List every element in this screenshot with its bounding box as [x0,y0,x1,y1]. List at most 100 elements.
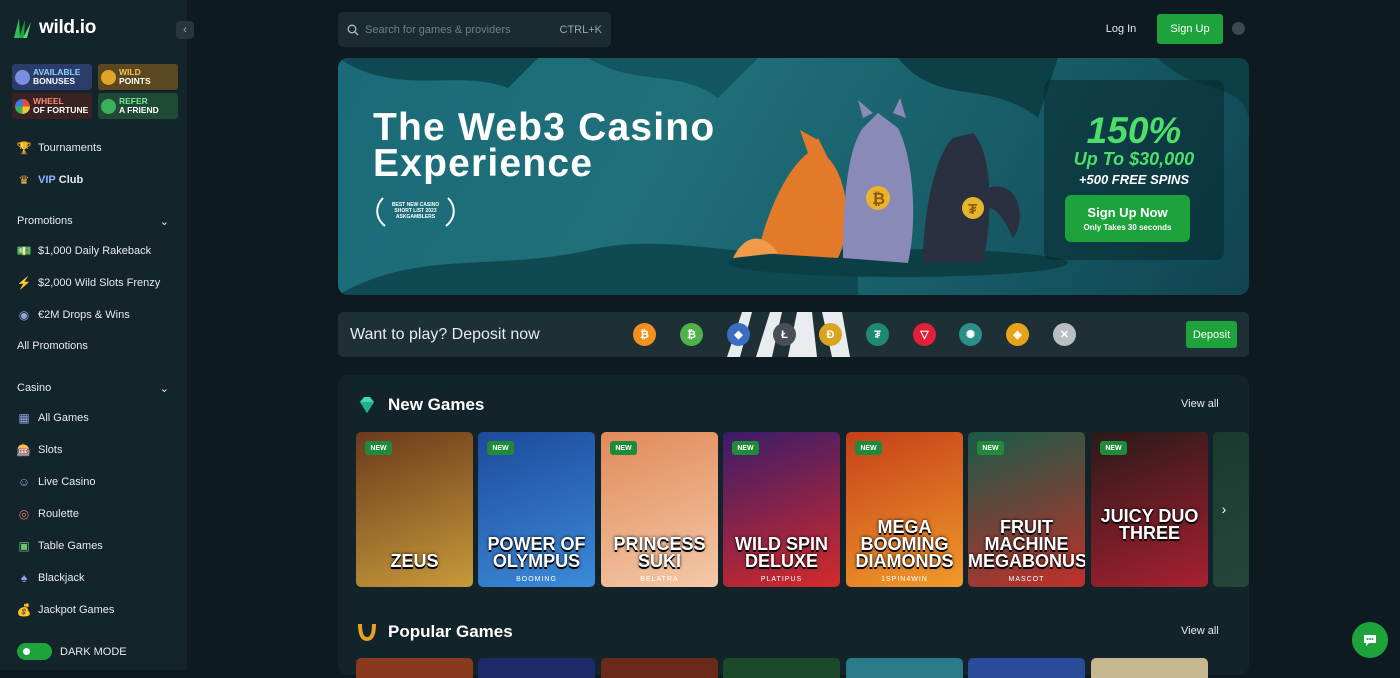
litecoin-icon[interactable]: Ł [773,323,796,346]
search-bar[interactable]: CTRL+K [338,12,611,47]
game-provider: BOOMING [516,576,557,583]
sidebar-item-table-games[interactable]: ▣ Table Games [17,539,102,553]
game-card[interactable]: NEW WILD SPIN DELUXE PLATIPUS [723,432,840,587]
promotions-header: Promotions [17,215,73,227]
tron-icon[interactable]: ▽ [913,323,936,346]
deposit-button[interactable]: Deposit [1186,321,1237,348]
wheel-of-fortune-tile[interactable]: WHEEL OF FORTUNE [12,93,92,119]
game-provider: MASCOT [1008,576,1045,583]
chat-bubble-icon [1364,635,1376,646]
sidebar-item-label: All Promotions [17,340,88,352]
chevron-right-icon[interactable]: › [1214,499,1234,519]
sidebar-item-tournaments[interactable]: 🏆 Tournaments [17,141,102,155]
dogecoin-icon[interactable]: Ð [819,323,842,346]
popular-game-thumb[interactable] [601,658,718,678]
popular-game-thumb[interactable] [1091,658,1208,678]
popular-games-view-all[interactable]: View all [1181,625,1219,637]
chevron-down-icon: ⌄ [159,216,169,228]
sidebar-item-roulette[interactable]: ◎ Roulette [17,507,79,521]
hero-banner[interactable]: ₿ ₮ The Web3 Casino Experience BEST NEW … [338,58,1249,295]
sidebar-item-label: Live Casino [38,476,96,488]
sidebar-item-live-casino[interactable]: ☺ Live Casino [17,475,96,489]
tether-icon[interactable]: ₮ [866,323,889,346]
moneybag-icon: 💰 [16,603,32,617]
game-card[interactable]: NEW ZEUS [356,432,473,587]
game-provider: 1SPIN4WIN [881,576,928,583]
game-card[interactable]: NEW JUICY DUO THREE [1091,432,1208,587]
collapse-sidebar-button[interactable]: ‹ [176,21,194,39]
sidebar-item-slots[interactable]: 🎰 Slots [17,443,63,457]
sidebar-item-jackpot-games[interactable]: 💰 Jackpot Games [16,603,115,617]
game-title: FRUIT MACHINE MEGABONUS [968,517,1085,571]
new-badge: NEW [732,441,759,455]
sign-up-now-button[interactable]: Sign Up Now Only Takes 30 seconds [1065,195,1190,242]
fox-wolf-panther-mascots: ₿ ₮ [733,98,1020,263]
roulette-icon: ◎ [18,507,30,521]
cards-icon: ♠ [20,571,28,585]
game-card[interactable]: NEW POWER OF OLYMPUS BOOMING [478,432,595,587]
wheel-icon [15,98,30,114]
sidebar-item-slots-frenzy[interactable]: ⚡ $2,000 Wild Slots Frenzy [17,276,161,290]
deposit-bar: Want to play? Deposit now ₿ ₿ ◆ Ł Ð ₮ ▽ … [338,312,1249,357]
new-badge: NEW [1100,441,1127,455]
ripple-icon[interactable]: ✺ [959,323,982,346]
game-provider: BELATRA [640,576,679,583]
new-badge: NEW [855,441,882,455]
chevron-left-icon: ‹ [183,24,187,36]
game-card[interactable]: NEW FRUIT MACHINE MEGABONUS MASCOT [968,432,1085,587]
new-games-view-all[interactable]: View all [1181,398,1219,410]
sidebar-item-blackjack[interactable]: ♠ Blackjack [17,571,85,585]
game-title: POWER OF OLYMPUS [487,534,586,571]
wild-points-tile[interactable]: WILD POINTS [98,64,178,90]
welcome-offer: 150% Up To $30,000 +500 FREE SPINS Sign … [1044,80,1224,260]
game-card[interactable]: NEW PRINCESS SUKI BELATRA [601,432,718,587]
games-panel: New Games View all NEW ZEUS NEW POWER OF… [338,375,1249,678]
offer-amount: Up To $30,000 [1073,149,1195,169]
tile-line2: BONUSES [33,76,76,86]
signup-button[interactable]: Sign Up [1157,14,1223,44]
chat-icon[interactable] [1232,22,1245,35]
bnb-icon[interactable]: ◈ [1006,323,1029,346]
trophy-icon: 🏆 [16,141,32,155]
logo[interactable]: wild.io [11,16,96,40]
popular-game-thumb[interactable] [968,658,1085,678]
promotions-section-toggle[interactable]: Promotions ⌄ [17,215,169,228]
popular-games-title: Popular Games [388,622,513,641]
ethereum-icon[interactable]: ◆ [727,323,750,346]
sidebar-item-daily-rakeback[interactable]: 💵 $1,000 Daily Rakeback [16,244,152,258]
dark-mode-label: DARK MODE [60,645,127,658]
cta-label: Sign Up Now [1087,205,1168,220]
cta-sub: Only Takes 30 seconds [1083,223,1172,232]
casino-section-toggle[interactable]: Casino ⌄ [17,382,169,395]
dark-mode-toggle[interactable]: DARK MODE [17,643,127,660]
game-title: WILD SPIN DELUXE [735,534,828,571]
search-input[interactable] [365,23,554,36]
sidebar-item-label: Blackjack [38,572,85,584]
sidebar-item-label: Tournaments [38,142,102,154]
sidebar-item-label: $1,000 Daily Rakeback [38,245,152,257]
login-button[interactable]: Log In [1096,14,1146,44]
game-card[interactable]: NEW MEGA BOOMING DIAMONDS 1SPIN4WIN [846,432,963,587]
popular-game-thumb[interactable] [478,658,595,678]
tile-line2: POINTS [119,76,151,86]
sidebar-item-drops-wins[interactable]: ◉ €2M Drops & Wins [17,308,130,322]
refer-a-friend-tile[interactable]: REFER A FRIEND [98,93,178,119]
sidebar-item-label: €2M Drops & Wins [38,309,130,321]
popular-game-thumb[interactable] [846,658,963,678]
live-chat-button[interactable] [1352,622,1388,658]
available-bonuses-tile[interactable]: AVAILABLE BONUSES [12,64,92,90]
cash-icon: 💵 [16,244,32,258]
sidebar-item-all-promotions[interactable]: All Promotions [17,340,88,352]
horseshoe-icon [358,623,376,642]
bitcoin-cash-icon[interactable]: ₿ [680,323,703,346]
bonus-icon [15,69,30,85]
popular-game-thumb[interactable] [723,658,840,678]
drops-icon: ◉ [18,308,30,322]
xrp-icon[interactable]: ✕ [1053,323,1076,346]
toggle-switch[interactable] [17,643,52,660]
popular-game-thumb[interactable] [356,658,473,678]
bitcoin-icon[interactable]: ₿ [633,323,656,346]
tile-line2: A FRIEND [119,105,159,115]
sidebar-item-vip-club[interactable]: ♛ VIP Club [17,173,84,187]
sidebar-item-all-games[interactable]: ▦ All Games [17,411,88,425]
